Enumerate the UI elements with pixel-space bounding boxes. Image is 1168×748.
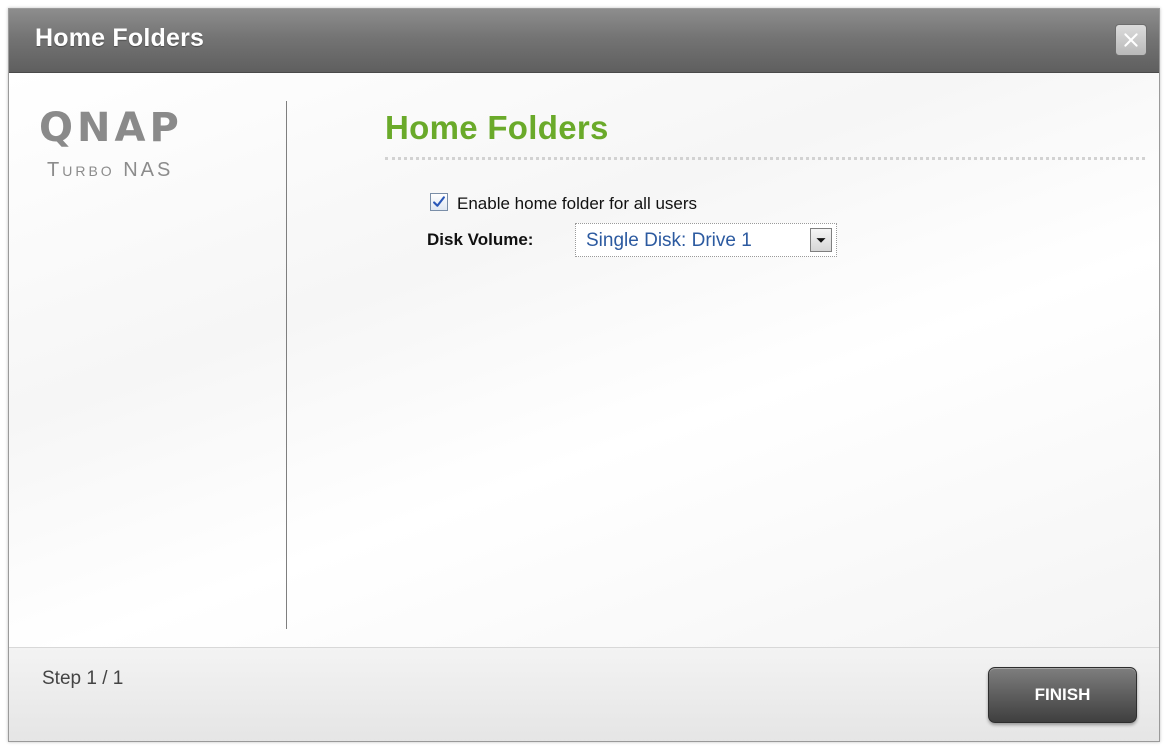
page-title: Home Folders [385, 109, 609, 146]
disk-volume-label: Disk Volume: [427, 230, 534, 249]
vertical-divider [286, 101, 287, 629]
finish-button[interactable]: FINISH [988, 667, 1137, 723]
svg-text:QNAP: QNAP [39, 107, 183, 147]
enable-home-folder-label[interactable]: Enable home folder for all users [457, 194, 697, 214]
title-divider [385, 157, 1145, 160]
disk-volume-select[interactable]: Single Disk: Drive 1 [575, 223, 837, 257]
chevron-down-icon [816, 238, 826, 243]
step-indicator: Step 1 / 1 [42, 668, 124, 689]
dialog-title: Home Folders [35, 24, 205, 52]
qnap-logo: QNAP [39, 107, 183, 147]
enable-home-folder-checkbox[interactable] [430, 193, 448, 211]
close-button[interactable] [1115, 24, 1147, 56]
home-folders-dialog: Home Folders QNAP Turbo NAS Home Folders… [8, 8, 1160, 742]
dialog-footer: Step 1 / 1 FINISH [9, 647, 1159, 741]
checkmark-icon [433, 196, 445, 207]
dialog-content: QNAP Turbo NAS Home Folders Enable home … [9, 73, 1159, 647]
close-icon [1124, 33, 1138, 47]
disk-volume-value: Single Disk: Drive 1 [586, 230, 752, 251]
disk-volume-dropdown-button[interactable] [810, 228, 832, 252]
brand-subtitle: Turbo NAS [47, 159, 174, 181]
dialog-titlebar: Home Folders [9, 9, 1159, 73]
